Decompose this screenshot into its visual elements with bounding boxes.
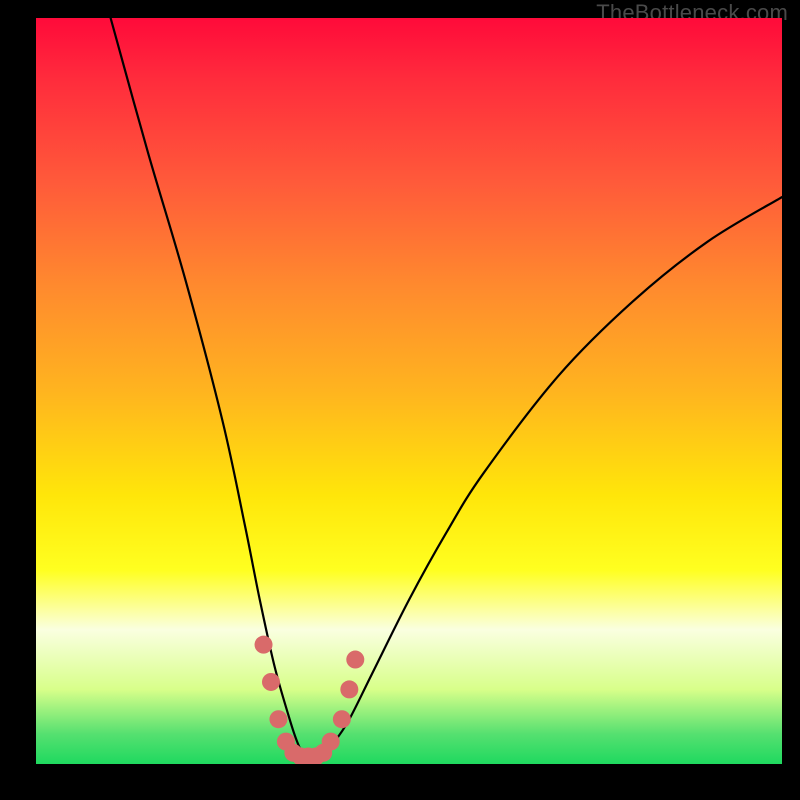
trough-marker-dot (255, 636, 273, 654)
trough-marker-dot (269, 710, 287, 728)
trough-marker-dot (262, 673, 280, 691)
trough-marker-dot (333, 710, 351, 728)
bottleneck-curve-line (111, 18, 782, 758)
trough-marker-dot (340, 680, 358, 698)
chart-frame: TheBottleneck.com (0, 0, 800, 800)
trough-marker-dot (322, 733, 340, 751)
bottleneck-curve-svg (36, 18, 782, 764)
plot-area (36, 18, 782, 764)
trough-marker-dot (346, 651, 364, 669)
